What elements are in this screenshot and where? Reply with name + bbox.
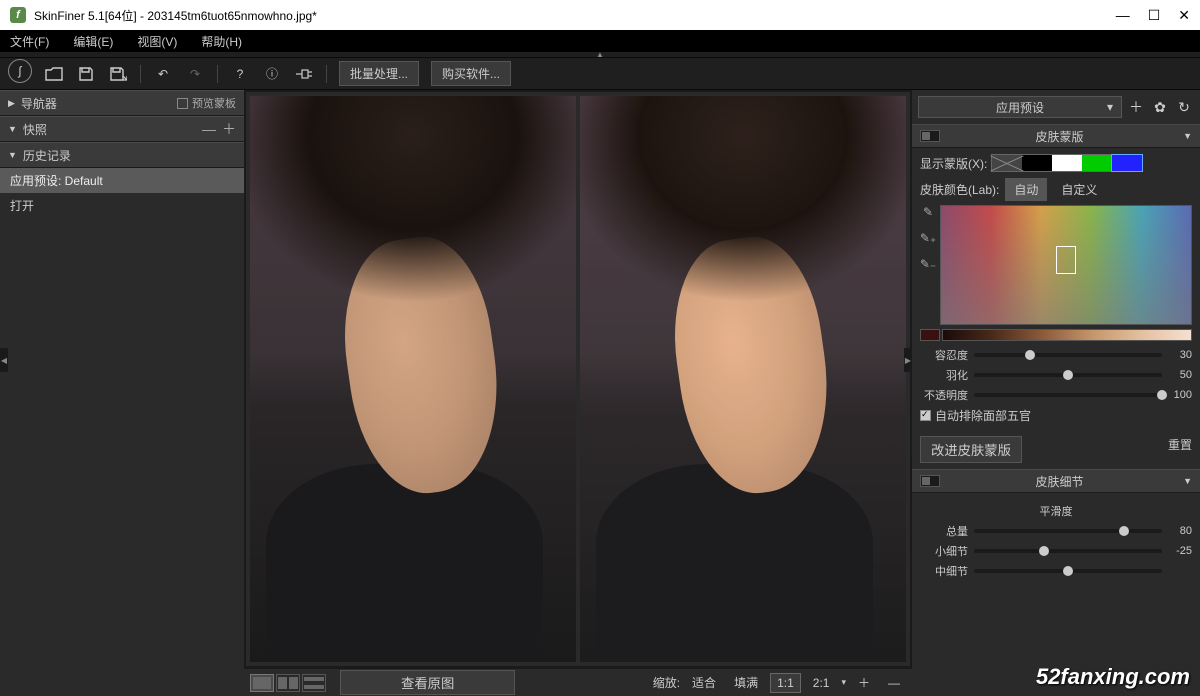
help-icon[interactable]: ? — [230, 64, 250, 84]
snapshot-header[interactable]: ▼快照 —＋ — [0, 116, 244, 142]
view-split-v-button[interactable] — [302, 674, 326, 692]
mask-none-swatch[interactable] — [992, 155, 1022, 171]
history-list: 应用预设: Default 打开 — [0, 168, 244, 696]
menu-view[interactable]: 视图(V) — [137, 33, 177, 50]
zoom-1-1-button[interactable]: 1:1 — [770, 673, 801, 693]
redo-icon[interactable]: ↷ — [185, 64, 205, 84]
zoom-dropdown-icon[interactable]: ▾ — [841, 677, 846, 688]
zoom-2-1-button[interactable]: 2:1 — [807, 674, 836, 692]
menu-edit[interactable]: 编辑(E) — [73, 33, 113, 50]
apply-preset-dropdown[interactable]: 应用预设 — [918, 96, 1122, 118]
preset-settings-icon[interactable]: ✿ — [1150, 97, 1170, 117]
toolbar: ∫ ↶ ↷ ? ⓘ 批量处理... 购买软件... — [0, 58, 1200, 90]
window-title: SkinFiner 5.1[64位] - 203145tm6tuot65nmow… — [34, 7, 317, 24]
smoothness-label: 平滑度 — [920, 499, 1192, 523]
right-panel: 应用预设 ＋ ✿ ↻ 皮肤蒙版▼ 显示蒙版(X): — [912, 90, 1200, 696]
eyedropper-add-icon[interactable]: ✎₊ — [920, 231, 936, 245]
mask-white-swatch[interactable] — [1052, 155, 1082, 171]
luminosity-strip[interactable] — [942, 329, 1192, 341]
show-mask-label: 显示蒙版(X): — [920, 155, 987, 172]
close-button[interactable]: ✕ — [1178, 7, 1190, 24]
color-picker-marker[interactable] — [1056, 246, 1076, 274]
buy-button[interactable]: 购买软件... — [431, 61, 511, 86]
zoom-in-icon[interactable]: ＋ — [852, 672, 876, 693]
history-item[interactable]: 打开 — [0, 193, 244, 218]
image-after[interactable] — [580, 96, 906, 662]
snapshot-plus-icon[interactable]: ＋ — [222, 119, 236, 139]
skin-color-label: 皮肤颜色(Lab): — [920, 181, 999, 198]
history-item[interactable]: 应用预设: Default — [0, 168, 244, 193]
preview-mask-checkbox[interactable]: 预览蒙板 — [177, 95, 236, 111]
color-picker[interactable] — [940, 205, 1192, 325]
plug-icon[interactable] — [294, 64, 314, 84]
mask-swatches — [991, 154, 1143, 172]
mask-green-swatch[interactable] — [1082, 155, 1112, 171]
preset-add-icon[interactable]: ＋ — [1126, 97, 1146, 117]
mask-black-swatch[interactable] — [1022, 155, 1052, 171]
titlebar: f SkinFiner 5.1[64位] - 203145tm6tuot65nm… — [0, 0, 1200, 30]
save-as-icon[interactable] — [108, 64, 128, 84]
image-before[interactable] — [250, 96, 576, 662]
maximize-button[interactable]: ☐ — [1148, 7, 1161, 24]
improve-mask-button[interactable]: 改进皮肤蒙版 — [920, 436, 1022, 463]
small-detail-slider[interactable] — [974, 549, 1162, 553]
mask-blue-swatch[interactable] — [1112, 155, 1142, 171]
view-single-button[interactable] — [250, 674, 274, 692]
left-collapse-handle[interactable]: ◀ — [0, 348, 8, 372]
feather-slider[interactable] — [974, 373, 1162, 377]
opacity-slider[interactable] — [974, 393, 1162, 397]
zoom-label: 缩放: — [653, 674, 680, 691]
minimize-button[interactable]: — — [1116, 7, 1130, 24]
view-original-button[interactable]: 查看原图 — [340, 670, 515, 695]
right-collapse-handle[interactable]: ▶ — [904, 348, 912, 372]
skin-mask-toggle[interactable] — [920, 130, 940, 142]
zoom-fill-button[interactable]: 填满 — [728, 672, 764, 693]
custom-tab[interactable]: 自定义 — [1053, 179, 1105, 200]
left-panel: ▶导航器 预览蒙板 ▼快照 —＋ ▼历史记录 应用预设: Default 打开 — [0, 90, 244, 696]
viewer-bottom-bar: 查看原图 缩放: 适合 填满 1:1 2:1 ▾ ＋ — — [244, 668, 912, 696]
zoom-fit-button[interactable]: 适合 — [686, 672, 722, 693]
save-icon[interactable] — [76, 64, 96, 84]
skin-mask-header[interactable]: 皮肤蒙版▼ — [912, 124, 1200, 148]
batch-button[interactable]: 批量处理... — [339, 61, 419, 86]
undo-icon[interactable]: ↶ — [153, 64, 173, 84]
tolerance-slider[interactable] — [974, 353, 1162, 357]
view-split-h-button[interactable] — [276, 674, 300, 692]
image-viewer: 查看原图 缩放: 适合 填满 1:1 2:1 ▾ ＋ — — [244, 90, 912, 696]
eyedropper-sub-icon[interactable]: ✎₋ — [920, 257, 936, 271]
reset-mask-button[interactable]: 重置 — [1168, 436, 1192, 463]
amount-slider[interactable] — [974, 529, 1162, 533]
menu-help[interactable]: 帮助(H) — [201, 33, 242, 50]
snapshot-minus-icon[interactable]: — — [202, 121, 216, 137]
app-logo-icon: f — [10, 7, 26, 23]
skin-detail-toggle[interactable] — [920, 475, 940, 487]
auto-tab[interactable]: 自动 — [1005, 178, 1047, 201]
history-header[interactable]: ▼历史记录 — [0, 142, 244, 168]
menubar: 文件(F) 编辑(E) 视图(V) 帮助(H) — [0, 30, 1200, 52]
menu-file[interactable]: 文件(F) — [10, 33, 49, 50]
base-color-swatch[interactable] — [920, 329, 940, 341]
skin-detail-header[interactable]: 皮肤细节▼ — [912, 469, 1200, 493]
leaf-icon: ∫ — [8, 59, 32, 83]
medium-detail-slider[interactable] — [974, 569, 1162, 573]
zoom-out-icon[interactable]: — — [882, 674, 906, 692]
info-icon[interactable]: ⓘ — [262, 64, 282, 84]
preset-reset-icon[interactable]: ↻ — [1174, 97, 1194, 117]
navigator-header[interactable]: ▶导航器 预览蒙板 — [0, 90, 244, 116]
eyedropper-icon[interactable]: ✎ — [923, 205, 933, 219]
exclude-features-checkbox[interactable]: 自动排除面部五官 — [920, 407, 1192, 424]
open-icon[interactable] — [44, 64, 64, 84]
